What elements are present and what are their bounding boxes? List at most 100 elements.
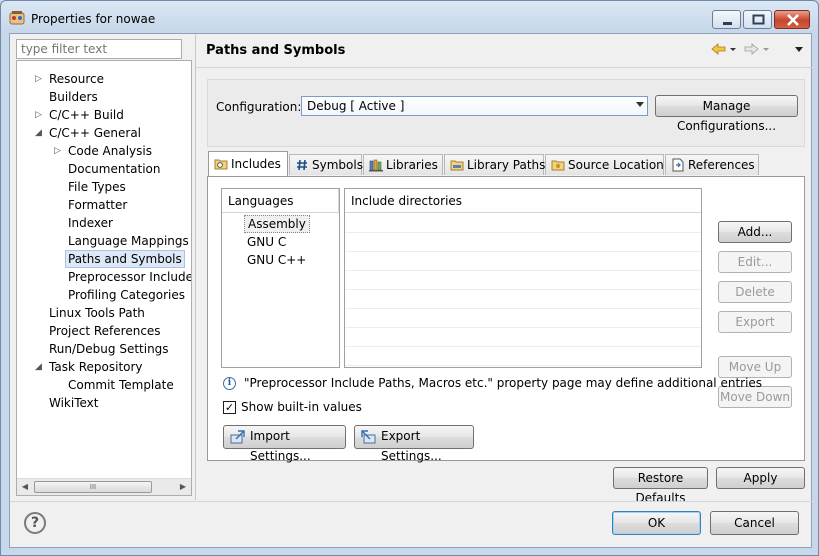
- filter-input[interactable]: [16, 39, 182, 59]
- tree-item-profiling-categories[interactable]: Profiling Categories: [68, 286, 185, 304]
- tree-expanded-icon[interactable]: ◢: [35, 363, 43, 372]
- table-row: [345, 289, 701, 290]
- folder-icon: [450, 160, 464, 171]
- configuration-group: Configuration: Debug [ Active ] Manage C…: [207, 79, 805, 147]
- folder-icon: [551, 160, 565, 171]
- tree-collapsed-icon[interactable]: ▷: [35, 75, 43, 84]
- tree-item-formatter[interactable]: Formatter: [68, 196, 127, 214]
- tree-item-builders[interactable]: Builders: [49, 88, 98, 106]
- language-item[interactable]: GNU C++: [244, 251, 309, 269]
- scroll-left-icon[interactable]: ◀: [17, 479, 33, 495]
- includes-tab-panel: Languages Assembly GNU C GNU C++ Include d…: [207, 176, 805, 463]
- close-icon: [787, 14, 799, 26]
- export-settings-button[interactable]: Export Settings...: [354, 425, 474, 463]
- language-item[interactable]: GNU C: [244, 233, 289, 251]
- dialog-client-area: ▷ ResourceBuilders ▷ C/C++ Build ◢ C/C++ Gene…: [9, 33, 813, 548]
- delete-button[interactable]: Delete: [718, 281, 792, 303]
- dropdown-arrow-icon: [636, 102, 644, 107]
- properties-app-icon: [9, 11, 25, 25]
- edit-button[interactable]: Edit...: [718, 251, 792, 273]
- table-row: [345, 232, 701, 233]
- table-row: [345, 365, 701, 366]
- include-directories-column-header[interactable]: Include directories: [345, 189, 701, 213]
- apply-button[interactable]: Apply: [716, 467, 805, 489]
- import-settings-button[interactable]: Import Settings...: [223, 425, 346, 463]
- language-item[interactable]: Assembly: [244, 215, 310, 233]
- tree-collapsed-icon[interactable]: ▷: [35, 111, 43, 120]
- tree-item-linux-tools-path[interactable]: Linux Tools Path: [49, 304, 145, 322]
- tab-library-paths[interactable]: Library Paths: [444, 154, 545, 175]
- export-settings-icon: [361, 430, 376, 444]
- header-separator: [196, 67, 813, 68]
- forward-arrow-icon[interactable]: [744, 43, 759, 55]
- restore-defaults-button[interactable]: Restore Defaults: [613, 467, 708, 505]
- languages-list[interactable]: Languages Assembly GNU C GNU C++: [221, 188, 340, 368]
- tree-item-code-analysis[interactable]: Code Analysis: [68, 142, 152, 160]
- include-directories-table[interactable]: Include directories: [344, 188, 702, 368]
- tree-item-run-debug-settings[interactable]: Run/Debug Settings: [49, 340, 169, 358]
- import-settings-icon: [230, 430, 245, 444]
- show-builtin-values-label[interactable]: Show built-in values: [223, 400, 362, 414]
- minimize-icon: [723, 22, 732, 25]
- tree-item-project-references[interactable]: Project References: [49, 322, 161, 340]
- column-divider: [338, 189, 339, 213]
- minimize-button[interactable]: [712, 10, 741, 29]
- tree-expanded-icon[interactable]: ◢: [35, 129, 43, 138]
- view-menu-chevron-icon[interactable]: [795, 47, 803, 52]
- tree-item-file-types[interactable]: File Types: [68, 178, 126, 196]
- languages-column-header[interactable]: Languages: [222, 189, 339, 213]
- show-builtin-values-checkbox[interactable]: ✓: [223, 401, 236, 414]
- scroll-right-icon[interactable]: ▶: [175, 479, 191, 495]
- configuration-selected-value: Debug [ Active ]: [307, 99, 405, 113]
- panel-divider[interactable]: [195, 34, 196, 500]
- tree-item-c-c-general[interactable]: C/C++ General: [49, 124, 141, 142]
- title-bar[interactable]: Properties for nowae: [1, 1, 818, 33]
- navigation-icons: [711, 43, 803, 55]
- tab-libraries[interactable]: Libraries: [363, 154, 443, 175]
- add-button[interactable]: Add...: [718, 221, 792, 243]
- tree-horizontal-scrollbar[interactable]: ◀ III ▶: [17, 478, 191, 495]
- tree-item-c-c-build[interactable]: C/C++ Build: [49, 106, 124, 124]
- tab-source-location[interactable]: Source Location: [545, 154, 664, 175]
- ok-button[interactable]: OK: [612, 511, 701, 535]
- tab-references[interactable]: References: [665, 154, 759, 175]
- close-window-button[interactable]: [774, 10, 810, 29]
- info-icon: i: [223, 377, 236, 390]
- scroll-thumb[interactable]: III: [34, 481, 152, 493]
- back-arrow-icon[interactable]: [711, 43, 726, 55]
- properties-window: Properties for nowae ▷ ResourceBuilders ▷ C…: [0, 0, 819, 556]
- tree-collapsed-icon[interactable]: ▷: [54, 147, 62, 156]
- tree-item-commit-template[interactable]: Commit Template: [68, 376, 174, 394]
- maximize-button[interactable]: [743, 10, 772, 29]
- hash-icon: [297, 159, 307, 171]
- tree-item-task-repository[interactable]: Task Repository: [49, 358, 143, 376]
- tree-item-wikitext[interactable]: WikiText: [49, 394, 99, 412]
- footer-separator: [10, 501, 813, 502]
- back-menu-chevron-icon[interactable]: [730, 48, 736, 51]
- tab-symbols[interactable]: Symbols: [289, 154, 363, 175]
- tree-item-documentation[interactable]: Documentation: [68, 160, 161, 178]
- cancel-button[interactable]: Cancel: [710, 511, 799, 535]
- window-title: Properties for nowae: [31, 12, 156, 26]
- tab-includes[interactable]: Includes: [208, 151, 288, 176]
- configuration-select[interactable]: Debug [ Active ]: [301, 96, 648, 116]
- move-up-button[interactable]: Move Up: [718, 356, 792, 378]
- tree-item-paths-and-symbols[interactable]: Paths and Symbols: [65, 250, 185, 268]
- show-builtin-values-option[interactable]: ✓ Show built-in values: [223, 400, 362, 414]
- page-title: Paths and Symbols: [206, 43, 346, 58]
- manage-configurations-button[interactable]: Manage Configurations...: [655, 95, 798, 133]
- maximize-icon: [752, 14, 765, 25]
- forward-menu-chevron-icon[interactable]: [763, 48, 769, 51]
- libraries-icon: [369, 159, 383, 172]
- property-page-tree[interactable]: ▷ Resource Builders ▷ C/C++ Build ◢ C/C++ Gene…: [16, 60, 192, 496]
- tree-item-language-mappings[interactable]: Language Mappings: [68, 232, 189, 250]
- export-button[interactable]: Export: [718, 311, 792, 333]
- table-row: [345, 308, 701, 309]
- table-row: [345, 327, 701, 328]
- includes-icon: [214, 159, 228, 170]
- tab-strip: Includes Symbols Libraries Library Paths…: [208, 151, 808, 176]
- tree-item-preprocessor-include-pa[interactable]: Preprocessor Include Pa: [68, 268, 191, 286]
- help-icon[interactable]: ?: [24, 512, 46, 534]
- tree-item-resource[interactable]: Resource: [49, 70, 104, 88]
- tree-item-indexer[interactable]: Indexer: [68, 214, 113, 232]
